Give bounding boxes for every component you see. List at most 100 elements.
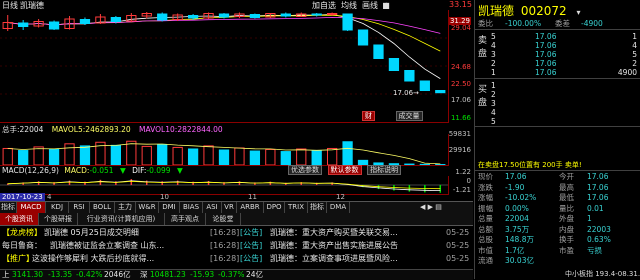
news-row[interactable]: 【龙虎榜】 凯瑞德 05月25日成交明细 [16:28] [公告] 凯瑞德：重大…	[0, 227, 473, 239]
volume-bar	[281, 152, 290, 165]
volume-bar	[219, 150, 228, 165]
volume-total-value: 22004	[20, 125, 44, 134]
sell-row[interactable]: 317.065	[475, 50, 640, 59]
tab-trix[interactable]: TRIX	[285, 202, 308, 213]
stat-label: 总量	[478, 214, 493, 223]
stat-label: 振幅	[478, 204, 493, 213]
tab-rsi[interactable]: RSI	[69, 202, 90, 213]
quote-header: 凯瑞德 002072 ▾	[478, 2, 581, 19]
tab-indicator[interactable]: 指标A	[0, 202, 17, 213]
candle-body	[358, 30, 367, 45]
volume-bar	[49, 150, 58, 166]
optimize-params-button[interactable]: 优选参数	[288, 165, 322, 175]
price-axis: 31.29 29.04 24.68 22.50 17.06 11.66	[448, 10, 473, 122]
sell-row[interactable]: 417.064	[475, 41, 640, 50]
tab-expert-view[interactable]: 高手观点	[165, 213, 206, 225]
stat-value: 0.01	[587, 204, 604, 213]
notice-title[interactable]: 凯瑞德：立案调查事项进展暨风险...	[270, 253, 398, 265]
tab-asi[interactable]: ASI	[203, 202, 222, 213]
macd-down-icon: ▼	[120, 166, 126, 175]
sell-price: 17.06	[535, 41, 556, 50]
news-row[interactable]: 【推广】 这波操作够犀利 大跌后抄底就得... [16:28] [公告] 凯瑞德…	[0, 253, 473, 265]
tab-arbr[interactable]: ARBR	[237, 202, 264, 213]
volume-bar	[19, 151, 28, 165]
price-high-label: 33.15	[449, 0, 472, 9]
volume-bar	[250, 151, 259, 165]
stat-value: -1.90	[505, 183, 524, 192]
price-axis-label: 11.66	[451, 114, 471, 122]
quote-menu-icon[interactable]: ▾	[576, 8, 580, 17]
tab-dpo[interactable]: DPO	[264, 202, 285, 213]
news-title[interactable]: 凯瑞德 05月25日成交明细	[44, 227, 139, 239]
indicator-help-button[interactable]: 指标说明	[367, 165, 401, 175]
news-row[interactable]: 每日鲁商： 凯瑞德被证监会立案调查 山东... [16:28] [公告] 凯瑞德…	[0, 240, 473, 252]
volume-chart[interactable]	[0, 134, 449, 166]
sell-row[interactable]: 117.064900	[475, 68, 640, 77]
tab-dma[interactable]: DMA	[327, 202, 350, 213]
stat-value: 17.06	[587, 183, 608, 192]
buy-row[interactable]: 3	[475, 99, 640, 108]
buy-row[interactable]: 2	[475, 90, 640, 99]
volume-bar	[158, 145, 167, 165]
macd-chart[interactable]: 优选参数 默认参数 指标说明	[0, 176, 449, 195]
buy-row[interactable]: 1	[475, 81, 640, 90]
notice-title[interactable]: 凯瑞德：重大资产购买暨关联交易...	[270, 227, 398, 239]
tab-dmi[interactable]: DMI	[159, 202, 180, 213]
tab-kdj[interactable]: KDJ	[46, 202, 69, 213]
sell-row[interactable]: 217.062	[475, 59, 640, 68]
candle-body	[158, 14, 167, 20]
sell-price: 17.06	[535, 68, 556, 77]
finance-button[interactable]: 财	[362, 111, 375, 121]
tab-menu-icon[interactable]: ▤	[435, 203, 442, 211]
default-params-button[interactable]: 默认参数	[328, 165, 362, 175]
macd-label: MACD:	[64, 166, 89, 175]
tab-wr[interactable]: W&R	[136, 202, 159, 213]
month-tick: 12	[336, 193, 345, 201]
stat-label: 市值	[478, 246, 493, 255]
tab-scroll-icons[interactable]: ◀ ▶ ▤	[420, 203, 442, 211]
candle-body	[111, 18, 120, 22]
volume-select[interactable]: 成交量	[396, 111, 423, 121]
right-icon[interactable]: ▶	[383, 1, 389, 10]
tab-forum[interactable]: 论股堂	[206, 213, 241, 225]
news-time: [16:28]	[210, 227, 239, 239]
price-axis-label: 24.68	[451, 63, 471, 71]
tab-scroll-left-icon[interactable]: ◀	[420, 203, 425, 211]
tab-industry-news[interactable]: 行业资讯(计算机应用)	[78, 213, 165, 225]
low-price-value: 17.06	[393, 89, 413, 97]
chart-title-bar: 日线 凯瑞德 加自选 均线 画线 ▲ ▼ ⊕ ⊖ ◀ ▶ 33.15	[0, 0, 473, 10]
tab-main-force[interactable]: 主力	[115, 202, 136, 213]
buy-book: 12345	[475, 79, 640, 125]
buy-row[interactable]: 4	[475, 108, 640, 117]
macd-value: -0.051	[89, 166, 113, 175]
tab-macd[interactable]: MACD	[17, 202, 46, 213]
tab-boll[interactable]: BOLL	[90, 202, 115, 213]
news-title[interactable]: 凯瑞德被证监会立案调查 山东...	[50, 240, 164, 252]
kline-chart[interactable]: 财 成交量 17.06→	[0, 10, 449, 123]
price-axis-label: 17.06	[451, 96, 471, 104]
stat-row: 市值1.7亿市盈亏损	[475, 246, 640, 255]
buy-row[interactable]: 5	[475, 117, 640, 126]
candle-body	[389, 59, 398, 71]
sell-row[interactable]: 517.061	[475, 32, 640, 41]
stat-value: 22003	[587, 225, 611, 234]
sell-price: 17.06	[535, 32, 556, 41]
stat-value: -10.02%	[505, 193, 536, 202]
volume-bar	[297, 149, 306, 165]
volume-legend: 总手:22004 MAVOL5:2462893.20 MAVOL10:28228…	[2, 124, 448, 134]
kline-svg	[0, 10, 448, 122]
low-price-tag: 17.06→	[393, 89, 419, 97]
news-title[interactable]: 这波操作够犀利 大跌后抄底就得...	[32, 253, 154, 265]
macd-axis-label: 1.22	[455, 168, 471, 176]
news-tag: 【龙虎榜】	[2, 227, 42, 239]
notice-title[interactable]: 凯瑞德：重大资产出售实施进展公告	[270, 240, 398, 252]
tab-stock-news[interactable]: 个股资讯	[0, 213, 39, 225]
tab-research[interactable]: 个股研报	[39, 213, 78, 225]
tab-bias[interactable]: BIAS	[180, 202, 203, 213]
stat-row: 总股148.8万换手0.63%	[475, 235, 640, 244]
stat-label: 总额	[478, 225, 493, 234]
candle-body	[343, 14, 352, 30]
tab-vr[interactable]: VR	[222, 202, 237, 213]
tab-indicator-b[interactable]: 指标B	[308, 202, 327, 213]
tab-scroll-right-icon[interactable]: ▶	[428, 203, 433, 211]
